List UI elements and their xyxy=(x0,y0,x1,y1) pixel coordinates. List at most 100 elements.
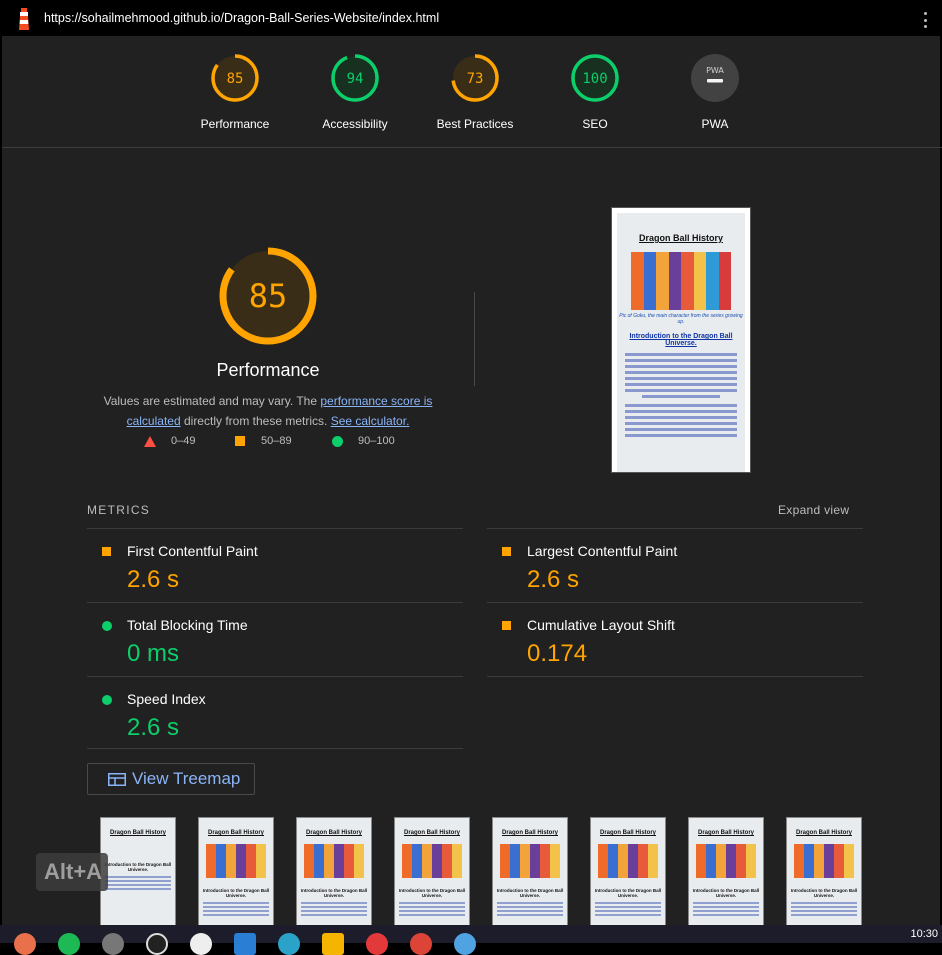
filmstrip-thumbnail[interactable]: Dragon Ball History Introduction to the D… xyxy=(688,817,764,927)
average-square-icon xyxy=(502,621,511,630)
app-icon[interactable] xyxy=(410,933,432,955)
edge-icon[interactable] xyxy=(278,933,300,955)
metric-total-blocking-time: Total Blocking Time 0 ms xyxy=(87,603,463,677)
thumbnail-heading: Introduction to the Dragon Ball Universe… xyxy=(300,888,368,898)
metric-name: Cumulative Layout Shift xyxy=(527,617,675,633)
legend-average-label: 50–89 xyxy=(261,435,292,447)
fail-triangle-icon xyxy=(144,435,156,447)
metric-name: Total Blocking Time xyxy=(127,617,248,633)
svg-text:100: 100 xyxy=(582,71,607,87)
filmstrip-thumbnail[interactable]: Dragon Ball History Introduction to the D… xyxy=(590,817,666,927)
chrome-icon[interactable] xyxy=(14,933,36,955)
metric-value: 2.6 s xyxy=(527,566,580,593)
lighthouse-logo-icon xyxy=(19,8,29,30)
app-icon[interactable] xyxy=(190,933,212,955)
metrics-header: METRICS xyxy=(87,503,151,517)
thumbnail-title: Dragon Ball History xyxy=(403,830,460,836)
performance-label: Performance xyxy=(200,117,270,131)
screenshot-title: Dragon Ball History xyxy=(638,233,723,243)
score-accessibility[interactable]: 94 Accessibility xyxy=(295,53,415,131)
legend-pass: 90–100 xyxy=(332,435,395,447)
thumbnail-title: Dragon Ball History xyxy=(697,830,754,836)
average-square-icon xyxy=(502,547,511,556)
screenshot-text-block xyxy=(625,353,737,437)
score-best-practices[interactable]: 73 Best Practices xyxy=(415,53,535,131)
thumbnail-image xyxy=(500,844,560,878)
score-performance[interactable]: 85 Performance xyxy=(175,53,295,131)
thumbnail-image xyxy=(794,844,854,878)
page-url[interactable]: https://sohailmehmood.github.io/Dragon-B… xyxy=(44,11,439,25)
more-options-icon[interactable] xyxy=(924,12,928,28)
thumbnail-image xyxy=(598,844,658,878)
lighthouse-report: https://sohailmehmood.github.io/Dragon-B… xyxy=(0,0,942,943)
score-pwa[interactable]: PWA PWA xyxy=(655,53,775,131)
svg-text:94: 94 xyxy=(347,71,364,87)
seo-gauge: 100 xyxy=(571,54,619,102)
svg-text:PWA: PWA xyxy=(706,66,724,75)
vscode-icon[interactable] xyxy=(234,933,256,955)
thumbnail-heading: Introduction to the Dragon Ball Universe… xyxy=(790,888,858,898)
metric-value: 2.6 s xyxy=(127,566,180,593)
thumbnail-heading: Introduction to the Dragon Ball Universe… xyxy=(398,888,466,898)
filmstrip-thumbnail[interactable]: Dragon Ball History Introduction to the D… xyxy=(100,817,176,927)
performance-gauge: 85 xyxy=(211,54,259,102)
score-seo[interactable]: 100 SEO xyxy=(535,53,655,131)
folder-icon[interactable] xyxy=(322,933,344,955)
thumbnail-title: Dragon Ball History xyxy=(599,830,656,836)
thumbnail-title: Dragon Ball History xyxy=(305,830,362,836)
pass-circle-icon xyxy=(332,435,343,447)
metric-name: Speed Index xyxy=(127,691,206,707)
svg-text:73: 73 xyxy=(467,71,484,87)
performance-title: Performance xyxy=(216,360,320,380)
app-icon[interactable] xyxy=(146,933,168,955)
thumbnail-heading: Introduction to the Dragon Ball Universe… xyxy=(202,888,270,898)
filmstrip-thumbnail[interactable]: Dragon Ball History Introduction to the D… xyxy=(394,817,470,927)
filmstrip-thumbnail[interactable]: Dragon Ball History Introduction to the D… xyxy=(198,817,274,927)
app-icon[interactable] xyxy=(454,933,476,955)
average-square-icon xyxy=(235,436,245,446)
see-calculator-link[interactable]: See calculator. xyxy=(331,414,410,428)
screenshot-heading: Introduction to the Dragon Ball Universe… xyxy=(629,333,733,347)
accessibility-label: Accessibility xyxy=(322,117,388,131)
spotify-icon[interactable] xyxy=(58,933,80,955)
view-treemap-label: View Treemap xyxy=(132,769,241,788)
pass-circle-icon xyxy=(102,695,112,705)
view-treemap-button[interactable]: View Treemap xyxy=(87,763,255,795)
metric-cumulative-layout-shift: Cumulative Layout Shift 0.174 xyxy=(487,603,863,677)
filmstrip-thumbnail[interactable]: Dragon Ball History Introduction to the D… xyxy=(296,817,372,927)
metrics-divider xyxy=(87,748,463,749)
metric-first-contentful-paint: First Contentful Paint 2.6 s xyxy=(87,529,463,603)
expand-view-toggle[interactable]: Expand view xyxy=(778,503,849,517)
shortcut-hint: Alt+A xyxy=(36,853,108,891)
thumbnail-heading: Introduction to the Dragon Ball Universe… xyxy=(104,862,172,872)
app-icon[interactable] xyxy=(102,933,124,955)
taskbar xyxy=(0,925,942,955)
performance-summary: 85 Performance Values are estimated and … xyxy=(98,230,438,431)
treemap-icon xyxy=(108,772,126,786)
accessibility-gauge: 94 xyxy=(331,54,379,102)
legend-pass-label: 90–100 xyxy=(358,435,395,447)
thumbnail-title: Dragon Ball History xyxy=(109,830,166,836)
svg-text:85: 85 xyxy=(227,71,244,87)
metrics-divider xyxy=(487,676,863,677)
thumbnail-image xyxy=(206,844,266,878)
filmstrip-thumbnail[interactable]: Dragon Ball History Introduction to the D… xyxy=(492,817,568,927)
opera-icon[interactable] xyxy=(366,933,388,955)
thumbnail-title: Dragon Ball History xyxy=(501,830,558,836)
average-square-icon xyxy=(102,547,111,556)
screenshot-caption: Pic of Goku, the main character from the… xyxy=(619,313,743,325)
thumbnail-image xyxy=(402,844,462,878)
thumbnail-heading: Introduction to the Dragon Ball Universe… xyxy=(496,888,564,898)
description-text: Values are estimated and may vary. The xyxy=(103,394,321,408)
metric-value: 0.174 xyxy=(527,640,588,667)
goku-banner-image xyxy=(631,252,731,310)
thumbnail-heading: Introduction to the Dragon Ball Universe… xyxy=(594,888,662,898)
legend-average: 50–89 xyxy=(235,435,292,447)
thumbnail-title: Dragon Ball History xyxy=(795,830,852,836)
final-screenshot[interactable]: Dragon Ball History Pic of Goku, the mai… xyxy=(611,207,751,473)
system-clock: 10:30 xyxy=(910,928,938,940)
filmstrip-thumbnail[interactable]: Dragon Ball History Introduction to the D… xyxy=(786,817,862,927)
best-practices-gauge: 73 xyxy=(451,54,499,102)
category-scores: 85 Performance 94 Accessibility 73 Best … xyxy=(2,36,942,148)
svg-text:85: 85 xyxy=(249,277,288,315)
